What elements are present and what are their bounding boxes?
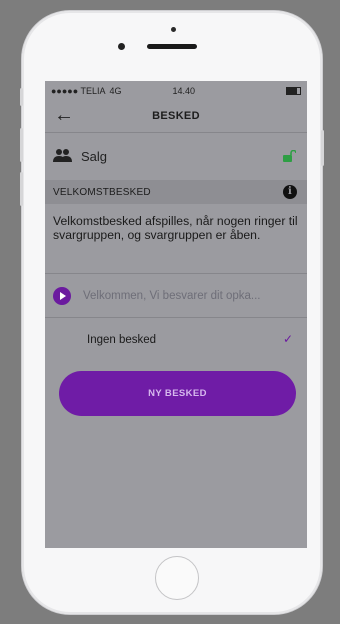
carrier-label: ●●●●● TELIA [51, 85, 106, 96]
earpiece-speaker [147, 44, 197, 49]
play-icon[interactable] [53, 286, 71, 305]
volume-up-button [20, 128, 23, 162]
welcome-message-text: Velkommen, Vi besvarer dit opka... [83, 289, 261, 302]
welcome-message-option[interactable]: Velkommen, Vi besvarer dit opka... [45, 274, 307, 317]
app-screen: ●●●●● TELIA 4G 14.40 ← BESKED Salg VELKO… [45, 81, 307, 548]
new-message-label: NY BESKED [148, 388, 207, 399]
checkmark-icon: ✓ [282, 332, 293, 346]
unlocked-padlock-icon[interactable] [282, 150, 296, 162]
info-icon[interactable]: i [283, 185, 297, 199]
nav-bar: ← BESKED [45, 100, 307, 132]
clock: 14.40 [172, 85, 196, 96]
button-container: NY BESKED [45, 361, 307, 426]
home-button[interactable] [155, 556, 199, 600]
network-label: 4G [109, 85, 122, 96]
group-icon [53, 148, 75, 166]
front-camera [118, 43, 125, 50]
section-title: VELKOMSTBESKED [53, 186, 151, 198]
page-title: BESKED [152, 110, 200, 122]
power-button [321, 130, 324, 166]
mute-switch [20, 88, 23, 106]
status-bar: ●●●●● TELIA 4G 14.40 [45, 81, 307, 100]
battery-icon [285, 86, 301, 95]
new-message-button[interactable]: NY BESKED [59, 371, 296, 416]
volume-down-button [20, 172, 23, 206]
group-name: Salg [81, 149, 108, 164]
no-message-label: Ingen besked [87, 333, 157, 346]
arrow-left-icon[interactable]: ← [54, 104, 74, 127]
section-header: VELKOMSTBESKED i [45, 180, 307, 204]
description-text: Velkomstbesked afspilles, når nogen ring… [53, 214, 298, 242]
proximity-sensor [171, 27, 176, 32]
group-row[interactable]: Salg [45, 133, 307, 180]
no-message-option[interactable]: Ingen besked ✓ [45, 318, 307, 361]
